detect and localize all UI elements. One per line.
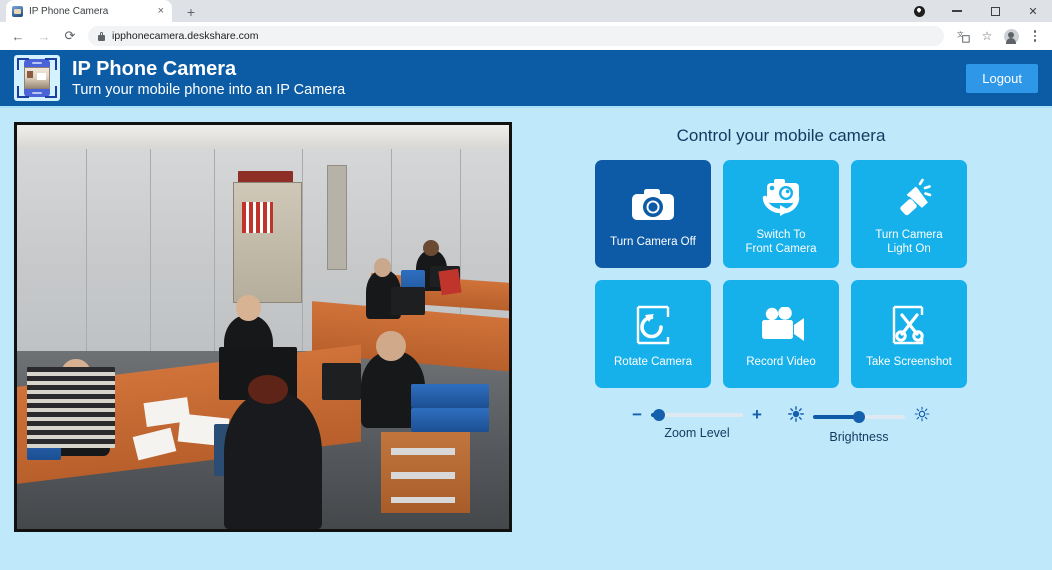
profile-status-icon[interactable]	[900, 0, 938, 22]
switch-to-front-camera-button[interactable]: Switch To Front Camera	[723, 160, 839, 268]
zoom-slider-thumb	[652, 408, 665, 421]
button-label: Rotate Camera	[614, 355, 692, 368]
close-window-button[interactable]: ✕	[1014, 0, 1052, 22]
control-pane: Control your mobile camera Turn Camera O…	[524, 122, 1038, 556]
brightness-slider[interactable]	[812, 410, 905, 423]
tab-favicon-icon	[12, 5, 23, 17]
rotate-icon	[630, 299, 676, 351]
translate-glyph: 文	[957, 30, 970, 43]
button-label-2: Light On	[887, 243, 931, 255]
back-button[interactable]: ←	[6, 24, 30, 48]
control-panel-title: Control your mobile camera	[676, 126, 886, 145]
camera-live-feed[interactable]	[14, 122, 512, 532]
close-tab-icon[interactable]: ×	[156, 5, 166, 17]
camcorder-icon	[755, 299, 807, 351]
window-controls: ✕	[900, 0, 1052, 22]
app-title: IP Phone Camera	[72, 57, 237, 80]
zoom-in-button[interactable]: +	[752, 406, 762, 423]
brightness-low-icon[interactable]	[788, 406, 804, 427]
button-label: Switch To	[756, 228, 806, 241]
scissors-icon	[886, 299, 932, 351]
translate-icon[interactable]: 文	[952, 24, 974, 48]
brightness-slider-label: Brightness	[829, 430, 889, 444]
lock-icon	[98, 31, 105, 41]
app-subtitle: Turn your mobile phone into an IP Camera	[72, 81, 346, 98]
zoom-out-button[interactable]: −	[632, 406, 642, 423]
switch-camera-icon	[756, 172, 806, 224]
bookmark-star-icon[interactable]: ☆	[976, 24, 998, 48]
zoom-slider-label: Zoom Level	[664, 426, 730, 440]
maximize-button[interactable]	[976, 0, 1014, 22]
browser-toolbar: ← → ⟳ ipphonecamera.deskshare.com 文 ☆	[0, 22, 1052, 50]
address-bar-url: ipphonecamera.deskshare.com	[112, 30, 259, 42]
tab-strip: IP Phone Camera × + ✕	[0, 0, 1052, 22]
slider-controls: − + Zoom Level Brightness	[632, 406, 930, 444]
brightness-slider-thumb	[853, 410, 866, 423]
button-label: Take Screenshot	[866, 355, 952, 368]
brightness-slider-group: Brightness	[788, 406, 930, 444]
camera-control-grid: Turn Camera Off Switch To Front Camera T…	[595, 160, 967, 388]
zoom-slider[interactable]	[651, 408, 743, 421]
app-header: IP Phone Camera Turn your mobile phone i…	[0, 50, 1052, 108]
reload-button[interactable]: ⟳	[58, 24, 82, 48]
rotate-camera-button[interactable]: Rotate Camera	[595, 280, 711, 388]
page-content: Control your mobile camera Turn Camera O…	[0, 108, 1052, 570]
video-pane	[14, 122, 514, 556]
forward-button[interactable]: →	[32, 24, 56, 48]
zoom-slider-group: − + Zoom Level	[632, 406, 762, 440]
address-bar[interactable]: ipphonecamera.deskshare.com	[88, 26, 944, 46]
browser-tab[interactable]: IP Phone Camera ×	[6, 0, 172, 22]
brightness-high-icon[interactable]	[914, 406, 930, 427]
browser-window: IP Phone Camera × + ✕ ← → ⟳ ipphonecamer…	[0, 0, 1052, 570]
web-page: IP Phone Camera Turn your mobile phone i…	[0, 50, 1052, 570]
button-label: Turn Camera	[875, 228, 943, 241]
button-label: Record Video	[746, 355, 816, 368]
app-header-text: IP Phone Camera Turn your mobile phone i…	[72, 58, 345, 99]
logout-button[interactable]: Logout	[966, 63, 1038, 93]
turn-camera-light-on-button[interactable]: Turn Camera Light On	[851, 160, 967, 268]
camera-icon	[630, 179, 676, 231]
take-screenshot-button[interactable]: Take Screenshot	[851, 280, 967, 388]
turn-camera-off-button[interactable]: Turn Camera Off	[595, 160, 711, 268]
tab-title: IP Phone Camera	[29, 5, 109, 17]
browser-menu-icon[interactable]	[1024, 24, 1046, 48]
app-logo-icon	[14, 55, 60, 101]
button-label-2: Front Camera	[745, 243, 817, 255]
record-video-button[interactable]: Record Video	[723, 280, 839, 388]
flashlight-icon	[886, 172, 932, 224]
new-tab-button[interactable]: +	[181, 2, 201, 22]
minimize-button[interactable]	[938, 0, 976, 22]
profile-avatar-icon[interactable]	[1000, 24, 1022, 48]
button-label: Turn Camera Off	[610, 235, 696, 248]
